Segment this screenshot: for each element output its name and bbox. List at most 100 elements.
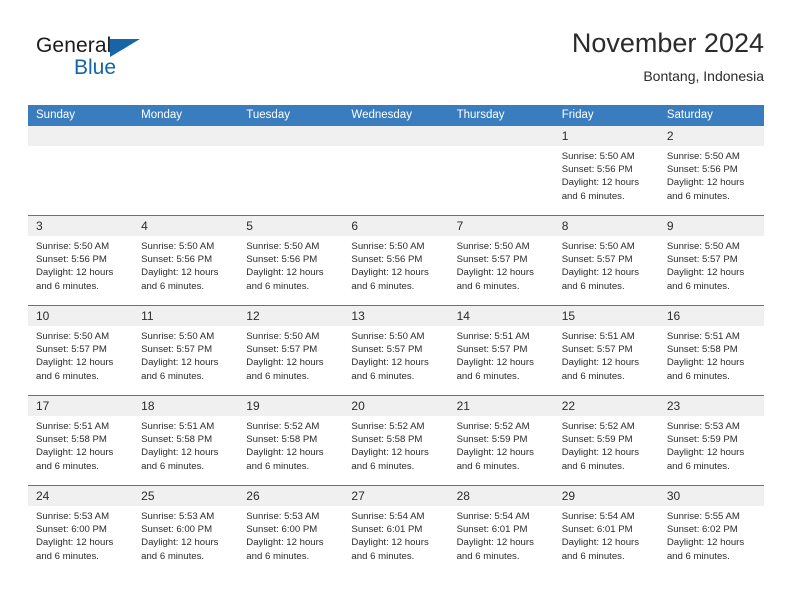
calendar-day-cell[interactable]: 19 Sunrise: 5:52 AM Sunset: 5:58 PM Dayligh… [238,395,344,486]
day-box: 1 Sunrise: 5:50 AM Sunset: 5:56 PM Daylight… [553,126,659,215]
day-box [133,126,239,215]
calendar-day-cell[interactable]: 30 Sunrise: 5:55 AM Sunset: 6:02 PM Dayligh… [658,485,764,576]
calendar-day-cell[interactable]: 26 Sunrise: 5:53 AM Sunset: 6:00 PM Dayligh… [238,485,344,576]
day-box: 8 Sunrise: 5:50 AM Sunset: 5:57 PM Daylight… [553,216,659,305]
calendar-day-cell[interactable]: 16 Sunrise: 5:51 AM Sunset: 5:58 PM Dayligh… [658,305,764,396]
day-box: 6 Sunrise: 5:50 AM Sunset: 5:56 PM Daylight… [343,216,449,305]
day-box: 11 Sunrise: 5:50 AM Sunset: 5:57 PM Dayligh… [133,306,239,395]
calendar-day-cell[interactable]: 15 Sunrise: 5:51 AM Sunset: 5:57 PM Dayligh… [553,305,659,396]
daylight-text-line1: Daylight: 12 hours [561,447,640,459]
day-info: Sunrise: 5:52 AM Sunset: 5:59 PM Daylight:… [554,416,659,473]
day-box: 22 Sunrise: 5:52 AM Sunset: 5:59 PM Dayligh… [553,396,659,485]
day-box: 12 Sunrise: 5:50 AM Sunset: 5:57 PM Dayligh… [238,306,344,395]
sunset-text: Sunset: 6:00 PM [36,524,107,536]
sunrise-text: Sunrise: 5:53 AM [246,511,320,522]
sunrise-text: Sunrise: 5:53 AM [36,511,110,522]
calendar-day-cell[interactable]: 7 Sunrise: 5:50 AM Sunset: 5:57 PM Daylight… [448,215,554,306]
day-info: Sunrise: 5:53 AM Sunset: 6:00 PM Daylight:… [28,506,133,563]
sunset-text: Sunset: 5:58 PM [36,434,107,446]
day-number: 15 [553,306,659,326]
day-info: Sunrise: 5:50 AM Sunset: 5:57 PM Daylight:… [28,326,133,383]
calendar-day-cell[interactable]: 4 Sunrise: 5:50 AM Sunset: 5:56 PM Daylight… [133,215,239,306]
day-info: Sunrise: 5:50 AM Sunset: 5:56 PM Daylight:… [133,236,238,293]
calendar-day-cell[interactable]: 1 Sunrise: 5:50 AM Sunset: 5:56 PM Daylight… [553,125,659,216]
calendar-day-cell[interactable]: 3 Sunrise: 5:50 AM Sunset: 5:56 PM Daylight… [28,215,134,306]
daylight-text-line2: and 6 minutes. [141,370,205,382]
calendar-day-cell[interactable]: 5 Sunrise: 5:50 AM Sunset: 5:56 PM Daylight… [238,215,344,306]
calendar-day-cell[interactable]: 20 Sunrise: 5:52 AM Sunset: 5:58 PM Dayligh… [343,395,449,486]
day-info: Sunrise: 5:50 AM Sunset: 5:57 PM Daylight:… [238,326,343,383]
daylight-text-line1: Daylight: 12 hours [351,537,429,549]
day-number [343,126,449,146]
sunrise-text: Sunrise: 5:53 AM [141,511,215,522]
calendar-day-cell[interactable]: 10 Sunrise: 5:50 AM Sunset: 5:57 PM Dayligh… [28,305,134,396]
daylight-text-line2: and 6 minutes. [246,280,310,292]
day-box [238,126,344,215]
calendar-day-cell[interactable]: 25 Sunrise: 5:53 AM Sunset: 6:00 PM Dayligh… [133,485,239,576]
daylight-text-line2: and 6 minutes. [246,460,310,472]
sunrise-text: Sunrise: 5:50 AM [141,331,215,342]
calendar-day-cell[interactable]: 18 Sunrise: 5:51 AM Sunset: 5:58 PM Dayligh… [133,395,239,486]
calendar-day-cell[interactable]: 24 Sunrise: 5:53 AM Sunset: 6:00 PM Dayligh… [28,485,134,576]
weekday-header-monday: Monday [133,105,239,126]
sunset-text: Sunset: 6:00 PM [246,524,318,536]
sunset-text: Sunset: 5:57 PM [141,344,213,356]
calendar-week-row: 24 Sunrise: 5:53 AM Sunset: 6:00 PM Dayligh… [28,485,764,576]
day-info: Sunrise: 5:50 AM Sunset: 5:56 PM Daylight:… [28,236,133,293]
sunset-text: Sunset: 5:59 PM [456,434,528,446]
day-number: 4 [133,216,239,236]
calendar-day-cell[interactable]: 23 Sunrise: 5:53 AM Sunset: 5:59 PM Dayligh… [658,395,764,486]
general-blue-logo[interactable]: General Blue [36,34,176,90]
sunset-text: Sunset: 5:58 PM [141,434,213,446]
day-box: 27 Sunrise: 5:54 AM Sunset: 6:01 PM Dayligh… [343,486,449,576]
calendar-day-cell[interactable]: 17 Sunrise: 5:51 AM Sunset: 5:58 PM Dayligh… [28,395,134,486]
calendar-header-row: Sunday Monday Tuesday Wednesday Thursday… [28,105,764,126]
calendar-day-cell[interactable]: 13 Sunrise: 5:50 AM Sunset: 5:57 PM Dayligh… [343,305,449,396]
day-info: Sunrise: 5:50 AM Sunset: 5:56 PM Daylight:… [238,236,343,293]
calendar-cell-empty [448,125,554,216]
day-box: 17 Sunrise: 5:51 AM Sunset: 5:58 PM Dayligh… [28,396,134,485]
daylight-text-line2: and 6 minutes. [456,280,520,292]
daylight-text-line2: and 6 minutes. [561,370,625,382]
sunrise-text: Sunrise: 5:52 AM [246,421,320,432]
calendar-day-cell[interactable]: 2 Sunrise: 5:50 AM Sunset: 5:56 PM Daylight… [658,125,764,216]
sunset-text: Sunset: 5:57 PM [246,344,318,356]
calendar-day-cell[interactable]: 21 Sunrise: 5:52 AM Sunset: 5:59 PM Dayligh… [448,395,554,486]
sunrise-text: Sunrise: 5:51 AM [456,331,530,342]
calendar-day-cell[interactable]: 29 Sunrise: 5:54 AM Sunset: 6:01 PM Dayligh… [553,485,659,576]
day-info: Sunrise: 5:50 AM Sunset: 5:57 PM Daylight:… [449,236,554,293]
daylight-text-line2: and 6 minutes. [666,280,730,292]
calendar-day-cell[interactable]: 12 Sunrise: 5:50 AM Sunset: 5:57 PM Dayligh… [238,305,344,396]
sunrise-text: Sunrise: 5:50 AM [561,151,635,162]
calendar-day-cell[interactable]: 27 Sunrise: 5:54 AM Sunset: 6:01 PM Dayligh… [343,485,449,576]
daylight-text-line2: and 6 minutes. [456,370,520,382]
calendar-day-cell[interactable]: 8 Sunrise: 5:50 AM Sunset: 5:57 PM Daylight… [553,215,659,306]
day-info: Sunrise: 5:50 AM Sunset: 5:57 PM Daylight:… [343,326,448,383]
sunrise-text: Sunrise: 5:53 AM [666,421,740,432]
daylight-text-line1: Daylight: 12 hours [36,447,114,459]
calendar-day-cell[interactable]: 28 Sunrise: 5:54 AM Sunset: 6:01 PM Dayligh… [448,485,554,576]
day-number: 18 [133,396,239,416]
day-info: Sunrise: 5:51 AM Sunset: 5:58 PM Daylight:… [28,416,133,473]
calendar-day-cell[interactable]: 11 Sunrise: 5:50 AM Sunset: 5:57 PM Dayligh… [133,305,239,396]
calendar-cell-empty [343,125,449,216]
daylight-text-line1: Daylight: 12 hours [351,267,429,279]
calendar-day-cell[interactable]: 22 Sunrise: 5:52 AM Sunset: 5:59 PM Dayligh… [553,395,659,486]
day-info: Sunrise: 5:54 AM Sunset: 6:01 PM Daylight:… [449,506,554,563]
day-info: Sunrise: 5:52 AM Sunset: 5:58 PM Daylight:… [343,416,448,473]
logo-text-blue: Blue [74,56,117,79]
calendar-day-cell[interactable]: 6 Sunrise: 5:50 AM Sunset: 5:56 PM Daylight… [343,215,449,306]
daylight-text-line2: and 6 minutes. [36,370,99,382]
day-number [133,126,239,146]
daylight-text-line2: and 6 minutes. [561,190,625,202]
daylight-text-line1: Daylight: 12 hours [246,537,324,549]
calendar-day-cell[interactable]: 14 Sunrise: 5:51 AM Sunset: 5:57 PM Dayligh… [448,305,554,396]
calendar-day-cell[interactable]: 9 Sunrise: 5:50 AM Sunset: 5:57 PM Daylight… [658,215,764,306]
day-number [28,126,134,146]
sunrise-text: Sunrise: 5:50 AM [456,241,530,252]
sunrise-text: Sunrise: 5:54 AM [561,511,635,522]
logo-triangle-icon [110,39,140,57]
daylight-text-line2: and 6 minutes. [141,460,205,472]
calendar-cell-empty [28,125,134,216]
day-number: 16 [658,306,764,326]
